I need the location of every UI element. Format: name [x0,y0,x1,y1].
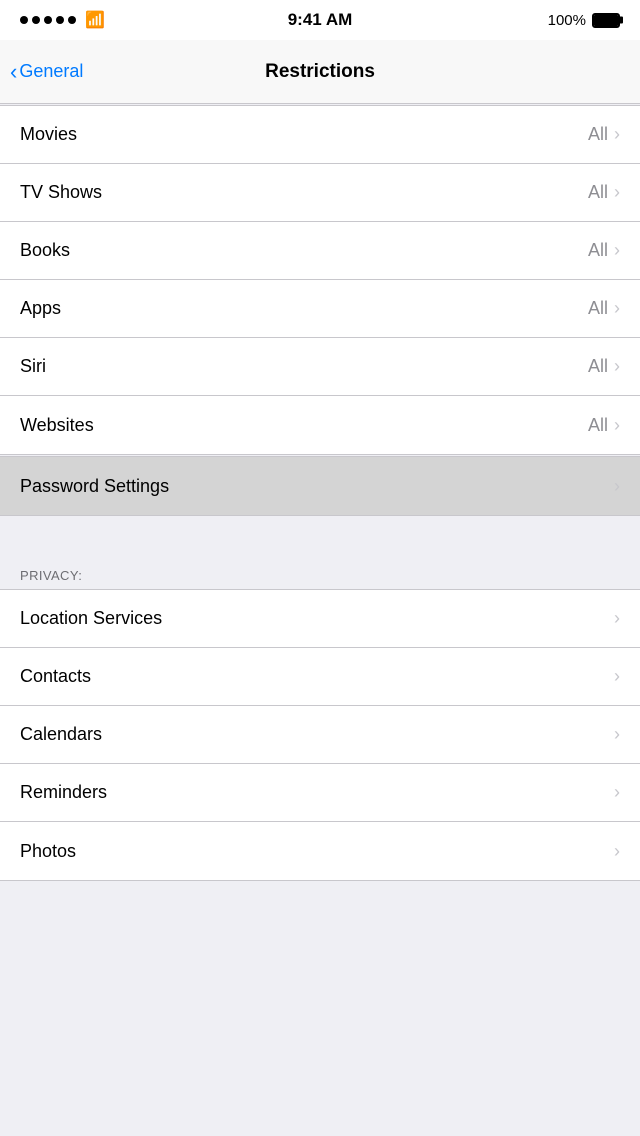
password-settings-group: Password Settings › [0,456,640,516]
location-services-label: Location Services [20,608,162,629]
status-time: 9:41 AM [288,10,353,30]
tvshows-item[interactable]: TV Shows All › [0,164,640,222]
books-item[interactable]: Books All › [0,222,640,280]
apps-value: All [588,298,608,319]
websites-item[interactable]: Websites All › [0,396,640,454]
battery-percentage: 100% [548,12,586,29]
siri-item[interactable]: Siri All › [0,338,640,396]
apps-label: Apps [20,298,61,319]
signal-dot-3 [44,16,52,24]
calendars-right: › [614,724,620,745]
movies-item[interactable]: Movies All › [0,106,640,164]
privacy-spacer [0,516,640,556]
movies-right: All › [588,124,620,145]
privacy-header: PRIVACY: [0,556,640,589]
back-label: General [19,61,83,82]
movies-label: Movies [20,124,77,145]
photos-right: › [614,841,620,862]
apps-chevron-icon: › [614,298,620,319]
contacts-chevron-icon: › [614,666,620,687]
photos-label: Photos [20,841,76,862]
tvshows-label: TV Shows [20,182,102,203]
signal-dot-4 [56,16,64,24]
contacts-label: Contacts [20,666,91,687]
siri-right: All › [588,356,620,377]
movies-chevron-icon: › [614,124,620,145]
apps-right: All › [588,298,620,319]
contacts-item[interactable]: Contacts › [0,648,640,706]
reminders-label: Reminders [20,782,107,803]
books-label: Books [20,240,70,261]
status-bar-right: 100% [548,12,620,29]
reminders-right: › [614,782,620,803]
siri-chevron-icon: › [614,356,620,377]
back-chevron-icon: ‹ [10,61,17,83]
back-button[interactable]: ‹ General [10,61,83,83]
battery-icon [592,13,620,28]
books-value: All [588,240,608,261]
signal-dot-1 [20,16,28,24]
reminders-chevron-icon: › [614,782,620,803]
signal-strength [20,16,76,24]
status-bar: 📶 9:41 AM 100% [0,0,640,40]
password-settings-right: › [614,476,620,497]
photos-item[interactable]: Photos › [0,822,640,880]
contacts-right: › [614,666,620,687]
page-title: Restrictions [265,61,375,83]
battery-fill [594,15,618,26]
websites-value: All [588,415,608,436]
location-services-chevron-icon: › [614,608,620,629]
calendars-label: Calendars [20,724,102,745]
tvshows-chevron-icon: › [614,182,620,203]
password-settings-label: Password Settings [20,476,169,497]
signal-dot-5 [68,16,76,24]
wifi-icon: 📶 [85,10,105,30]
apps-item[interactable]: Apps All › [0,280,640,338]
websites-label: Websites [20,415,94,436]
calendars-item[interactable]: Calendars › [0,706,640,764]
privacy-group: Location Services › Contacts › Calendars… [0,589,640,881]
status-bar-left: 📶 [20,10,105,30]
photos-chevron-icon: › [614,841,620,862]
navigation-bar: ‹ General Restrictions [0,40,640,104]
siri-value: All [588,356,608,377]
location-services-item[interactable]: Location Services › [0,590,640,648]
calendars-chevron-icon: › [614,724,620,745]
tvshows-value: All [588,182,608,203]
books-chevron-icon: › [614,240,620,261]
tvshows-right: All › [588,182,620,203]
password-settings-item[interactable]: Password Settings › [0,457,640,515]
reminders-item[interactable]: Reminders › [0,764,640,822]
siri-label: Siri [20,356,46,377]
movies-value: All [588,124,608,145]
signal-dot-2 [32,16,40,24]
location-services-right: › [614,608,620,629]
password-settings-chevron-icon: › [614,476,620,497]
content-ratings-group: Movies All › TV Shows All › Books All › … [0,105,640,455]
websites-chevron-icon: › [614,415,620,436]
websites-right: All › [588,415,620,436]
books-right: All › [588,240,620,261]
